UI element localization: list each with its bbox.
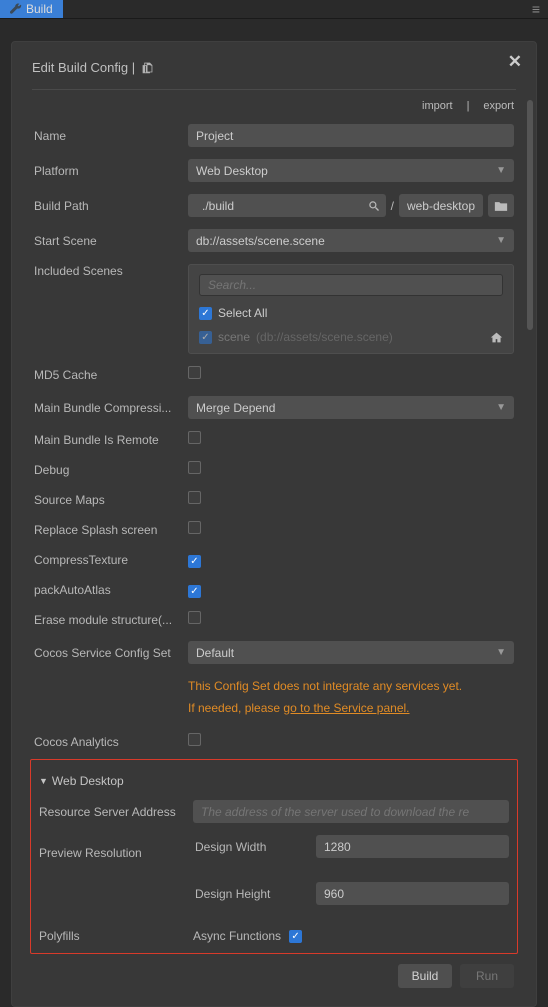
search-icon[interactable] bbox=[368, 200, 380, 212]
wrench-icon bbox=[10, 3, 22, 15]
md5-checkbox[interactable] bbox=[188, 366, 201, 379]
scene-name: scene bbox=[218, 330, 250, 344]
home-icon[interactable] bbox=[490, 331, 503, 344]
startscene-label: Start Scene bbox=[34, 234, 188, 248]
platform-select[interactable]: Web Desktop ▼ bbox=[188, 159, 514, 182]
build-button[interactable]: Build bbox=[398, 964, 452, 988]
chevron-down-icon: ▼ bbox=[496, 402, 506, 413]
sourcemaps-label: Source Maps bbox=[34, 493, 188, 507]
resource-input[interactable] bbox=[193, 800, 509, 823]
copy-icon[interactable] bbox=[141, 61, 154, 74]
tab-label: Build bbox=[26, 2, 53, 16]
scene-path: (db://assets/scene.scene) bbox=[256, 330, 393, 344]
design-height-label: Design Height bbox=[193, 887, 316, 901]
scene-checkbox bbox=[199, 331, 212, 344]
included-label: Included Scenes bbox=[34, 264, 188, 278]
divider bbox=[32, 89, 516, 90]
path-slash: / bbox=[391, 199, 394, 213]
name-input[interactable] bbox=[188, 124, 514, 147]
design-height-input[interactable] bbox=[316, 882, 509, 905]
design-width-label: Design Width bbox=[193, 840, 316, 854]
chevron-down-icon: ▼ bbox=[496, 235, 506, 246]
bundlecomp-label: Main Bundle Compressi... bbox=[34, 401, 188, 415]
buildpath-input[interactable] bbox=[194, 194, 362, 217]
compresstex-checkbox[interactable] bbox=[188, 555, 201, 568]
form-area: Name Platform Web Desktop ▼ Build Path /… bbox=[12, 124, 536, 664]
buildpath-label: Build Path bbox=[34, 199, 188, 213]
startscene-value: db://assets/scene.scene bbox=[196, 234, 325, 248]
remote-checkbox[interactable] bbox=[188, 431, 201, 444]
splash-checkbox[interactable] bbox=[188, 521, 201, 534]
folder-icon bbox=[494, 200, 508, 212]
service-label: Cocos Service Config Set bbox=[34, 646, 188, 660]
import-link[interactable]: import bbox=[422, 100, 453, 112]
hamburger-icon[interactable]: ≡ bbox=[524, 1, 548, 17]
async-label: Async Functions bbox=[193, 929, 281, 943]
splash-label: Replace Splash screen bbox=[34, 523, 188, 537]
chevron-down-icon: ▼ bbox=[496, 647, 506, 658]
platform-label: Platform bbox=[34, 164, 188, 178]
build-tab[interactable]: Build bbox=[0, 0, 63, 18]
select-all-checkbox[interactable] bbox=[199, 307, 212, 320]
export-link[interactable]: export bbox=[483, 100, 514, 112]
async-checkbox[interactable] bbox=[289, 930, 302, 943]
service-warning: This Config Set does not integrate any s… bbox=[34, 676, 514, 719]
buildpath-suffix[interactable]: web-desktop bbox=[399, 194, 483, 217]
platform-value: Web Desktop bbox=[196, 164, 268, 178]
run-button[interactable]: Run bbox=[460, 964, 514, 988]
scene-search-input[interactable] bbox=[199, 274, 503, 296]
compresstex-label: CompressTexture bbox=[34, 553, 188, 567]
top-actions: import | export bbox=[12, 100, 536, 112]
included-scenes-box: Select All scene (db://assets/scene.scen… bbox=[188, 264, 514, 354]
chevron-down-icon: ▼ bbox=[496, 165, 506, 176]
autoatlas-label: packAutoAtlas bbox=[34, 583, 188, 597]
panel-title-text: Edit Build Config | bbox=[32, 60, 135, 75]
scene-row[interactable]: scene (db://assets/scene.scene) bbox=[199, 330, 503, 344]
select-all-label: Select All bbox=[218, 306, 267, 320]
service-value: Default bbox=[196, 646, 234, 660]
button-bar: Build Run bbox=[34, 964, 514, 988]
bundlecomp-value: Merge Depend bbox=[196, 401, 275, 415]
analytics-label: Cocos Analytics bbox=[34, 735, 188, 749]
close-button[interactable]: ✕ bbox=[508, 52, 522, 72]
debug-checkbox[interactable] bbox=[188, 461, 201, 474]
build-panel: ✕ Edit Build Config | import | export Na… bbox=[11, 41, 537, 1007]
service-panel-link[interactable]: go to the Service panel. bbox=[283, 701, 409, 715]
warn-line1: This Config Set does not integrate any s… bbox=[188, 676, 514, 698]
section-title: Web Desktop bbox=[52, 774, 124, 788]
resource-label: Resource Server Address bbox=[39, 805, 193, 819]
remote-label: Main Bundle Is Remote bbox=[34, 433, 188, 447]
triangle-down-icon: ▼ bbox=[39, 776, 48, 786]
startscene-select[interactable]: db://assets/scene.scene ▼ bbox=[188, 229, 514, 252]
bundlecomp-select[interactable]: Merge Depend ▼ bbox=[188, 396, 514, 419]
name-label: Name bbox=[34, 129, 188, 143]
warn-line2a: If needed, please bbox=[188, 701, 283, 715]
service-select[interactable]: Default ▼ bbox=[188, 641, 514, 664]
pipe: | bbox=[467, 100, 470, 112]
web-desktop-section: ▼ Web Desktop Resource Server Address Pr… bbox=[30, 759, 518, 954]
debug-label: Debug bbox=[34, 463, 188, 477]
sourcemaps-checkbox[interactable] bbox=[188, 491, 201, 504]
title-bar: Build ≡ bbox=[0, 0, 548, 19]
select-all-row[interactable]: Select All bbox=[199, 306, 503, 320]
erase-label: Erase module structure(... bbox=[34, 613, 188, 627]
md5-label: MD5 Cache bbox=[34, 368, 188, 382]
analytics-checkbox[interactable] bbox=[188, 733, 201, 746]
section-header[interactable]: ▼ Web Desktop bbox=[37, 768, 511, 800]
panel-title: Edit Build Config | bbox=[12, 60, 536, 75]
design-width-input[interactable] bbox=[316, 835, 509, 858]
polyfills-label: Polyfills bbox=[39, 929, 193, 943]
autoatlas-checkbox[interactable] bbox=[188, 585, 201, 598]
browse-folder-button[interactable] bbox=[488, 194, 514, 217]
erase-checkbox[interactable] bbox=[188, 611, 201, 624]
preview-label: Preview Resolution bbox=[39, 846, 193, 860]
